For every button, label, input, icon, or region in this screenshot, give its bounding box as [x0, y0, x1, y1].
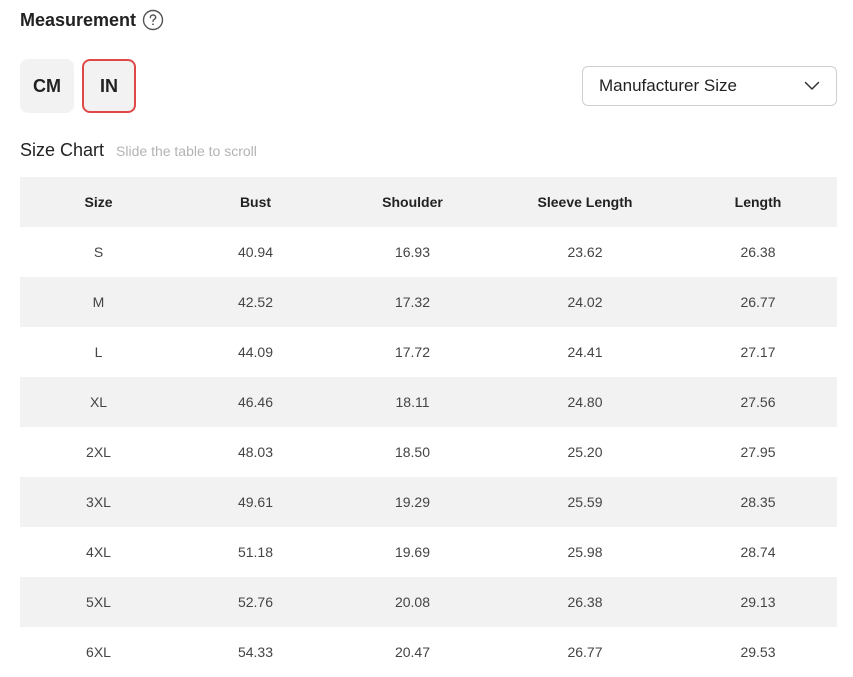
table-cell: 20.47	[394, 644, 431, 660]
table-cell: XL	[20, 377, 177, 427]
size-chart-header: Size Chart Slide the table to scroll	[20, 140, 257, 161]
size-table-container[interactable]: Size Bust Shoulder Sleeve Length Length …	[20, 177, 837, 677]
measurement-title: Measurement	[20, 9, 137, 30]
table-header-row: Size Bust Shoulder Sleeve Length Length	[20, 177, 837, 227]
table-cell: 26.77	[567, 644, 603, 660]
table-cell: 27.56	[679, 377, 837, 427]
table-cell: 20.08	[334, 577, 491, 627]
table-cell: 16.93	[394, 244, 431, 260]
size-type-select-value: Manufacturer Size	[599, 76, 737, 95]
table-cell: 26.38	[740, 244, 776, 260]
table-cell: 25.98	[567, 544, 603, 560]
column-header: Sleeve Length	[491, 177, 679, 227]
table-row: L 44.09 17.72 24.41 27.17	[20, 327, 837, 377]
table-cell: 44.09	[237, 344, 274, 360]
table-cell: 19.29	[334, 477, 491, 527]
unit-toggle-group: CM IN	[20, 59, 136, 113]
size-type-select[interactable]: Manufacturer Size	[582, 66, 837, 106]
table-cell: 6XL	[86, 644, 111, 660]
table-cell: 26.77	[679, 277, 837, 327]
table-cell: 48.03	[237, 444, 274, 460]
unit-in-button[interactable]: IN	[82, 59, 136, 113]
table-cell: 18.11	[334, 377, 491, 427]
table-cell: 51.18	[237, 544, 274, 560]
table-cell: S	[93, 244, 104, 260]
size-table: Size Bust Shoulder Sleeve Length Length …	[20, 177, 837, 677]
measurement-header: Measurement	[20, 9, 164, 31]
table-cell: 49.61	[177, 477, 334, 527]
table-cell: 27.17	[740, 344, 776, 360]
column-header: Size	[20, 177, 177, 227]
table-cell: 3XL	[20, 477, 177, 527]
scroll-hint: Slide the table to scroll	[116, 143, 257, 159]
table-cell: 54.33	[237, 644, 274, 660]
table-cell: 29.13	[679, 577, 837, 627]
table-cell: 17.72	[394, 344, 431, 360]
table-row: 2XL 48.03 18.50 25.20 27.95	[20, 427, 837, 477]
unit-cm-button[interactable]: CM	[20, 59, 74, 113]
table-cell: 25.59	[491, 477, 679, 527]
table-row: M 42.52 17.32 24.02 26.77	[20, 277, 837, 327]
table-row: 6XL 54.33 20.47 26.77 29.53	[20, 627, 837, 677]
table-cell: 4XL	[86, 544, 111, 560]
table-cell: L	[94, 344, 103, 360]
table-cell: 24.80	[491, 377, 679, 427]
table-row: S 40.94 16.93 23.62 26.38	[20, 227, 837, 277]
table-cell: 18.50	[394, 444, 431, 460]
table-cell: 46.46	[177, 377, 334, 427]
table-row: 5XL 52.76 20.08 26.38 29.13	[20, 577, 837, 627]
column-header: Shoulder	[334, 177, 491, 227]
table-cell: 17.32	[334, 277, 491, 327]
table-cell: 24.41	[567, 344, 603, 360]
table-cell: 28.74	[740, 544, 776, 560]
column-header: Bust	[177, 177, 334, 227]
table-cell: 2XL	[86, 444, 111, 460]
table-cell: 23.62	[567, 244, 603, 260]
table-cell: 42.52	[177, 277, 334, 327]
table-cell: 40.94	[237, 244, 274, 260]
table-row: 3XL 49.61 19.29 25.59 28.35	[20, 477, 837, 527]
size-chart-title: Size Chart	[20, 140, 105, 160]
table-cell: 28.35	[679, 477, 837, 527]
question-circle-icon[interactable]	[142, 9, 164, 31]
table-cell: 26.38	[491, 577, 679, 627]
column-header: Length	[679, 177, 837, 227]
table-row: 4XL 51.18 19.69 25.98 28.74	[20, 527, 837, 577]
table-row: XL 46.46 18.11 24.80 27.56	[20, 377, 837, 427]
table-cell: M	[20, 277, 177, 327]
chevron-down-icon	[804, 81, 820, 91]
table-cell: 5XL	[20, 577, 177, 627]
table-cell: 52.76	[177, 577, 334, 627]
table-cell: 19.69	[394, 544, 431, 560]
table-cell: 25.20	[567, 444, 603, 460]
table-cell: 27.95	[740, 444, 776, 460]
table-cell: 24.02	[491, 277, 679, 327]
table-cell: 29.53	[740, 644, 776, 660]
